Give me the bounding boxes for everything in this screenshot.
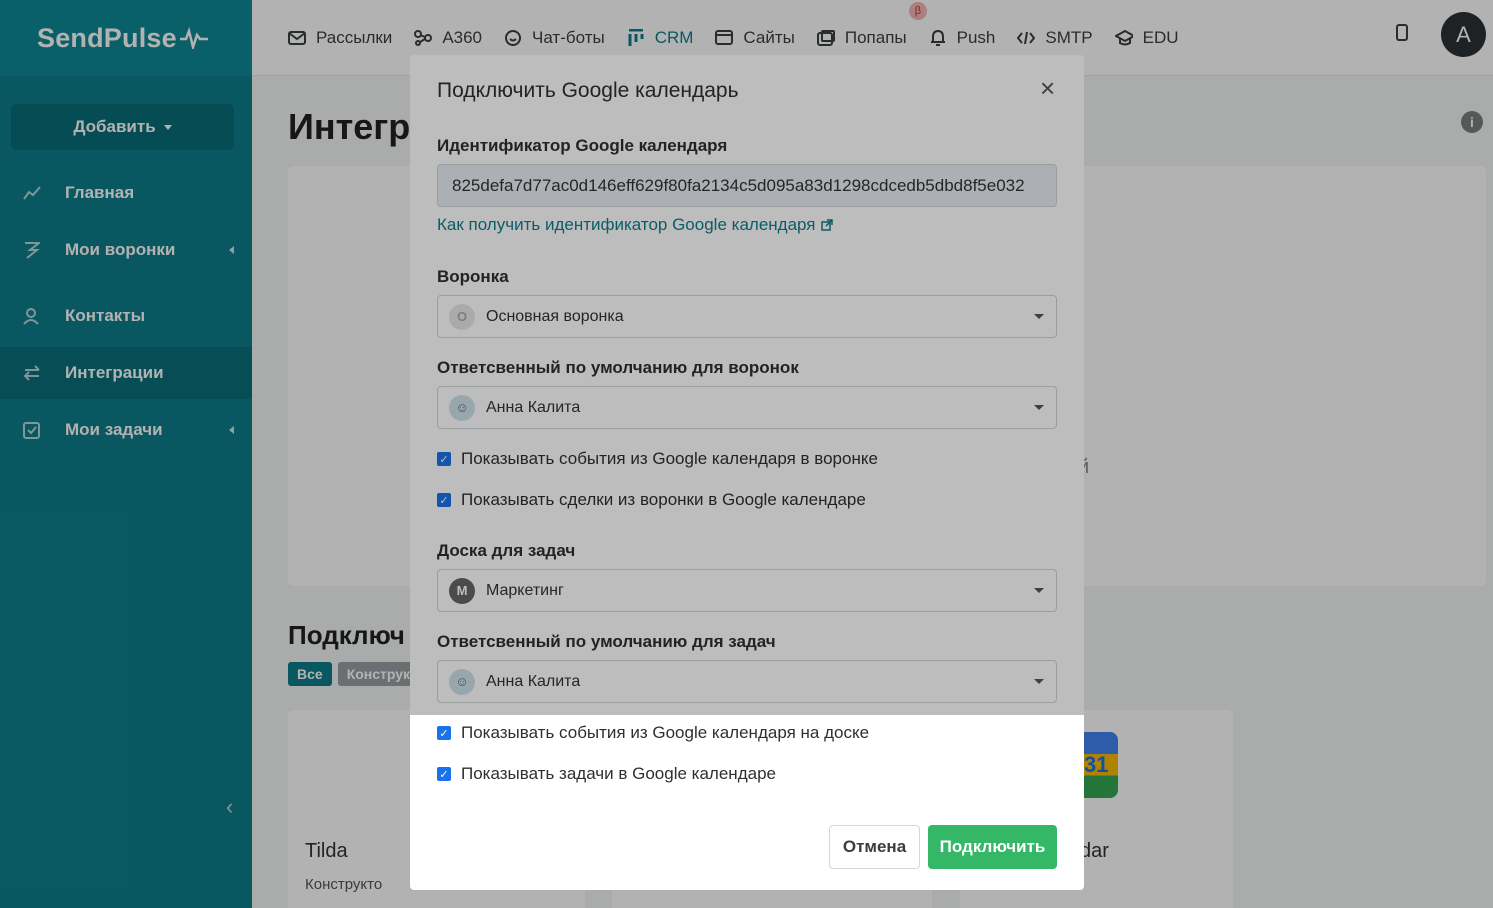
user-avatar-icon: ☺ [449, 394, 475, 421]
checkbox-checked-icon[interactable]: ✓ [437, 726, 451, 740]
check-events-funnel[interactable]: ✓ Показывать события из Google календаря… [437, 449, 878, 469]
board-badge: M [449, 577, 475, 604]
connect-google-calendar-modal: Подключить Google календарь × Идентифика… [410, 55, 1084, 890]
funnel-label: Воронка [437, 267, 509, 286]
chevron-down-icon [1034, 405, 1044, 410]
funnel-owner-select[interactable]: ☺ Анна Калита [437, 386, 1057, 429]
user-avatar-icon: ☺ [449, 668, 475, 695]
board-select[interactable]: M Маркетинг [437, 569, 1057, 612]
connect-button[interactable]: Подключить [928, 825, 1057, 869]
check-events-board[interactable]: ✓ Показывать события из Google календаря… [437, 723, 869, 743]
chevron-down-icon [1034, 679, 1044, 684]
chevron-down-icon [1034, 588, 1044, 593]
help-link[interactable]: Как получить идентификатор Google календ… [437, 215, 833, 235]
chevron-down-icon [1034, 314, 1044, 319]
calendar-id-label: Идентификатор Google календаря [437, 136, 728, 155]
external-link-icon [820, 219, 833, 231]
check-tasks-calendar[interactable]: ✓ Показывать задачи в Google календаре [437, 764, 776, 784]
checkbox-checked-icon[interactable]: ✓ [437, 452, 451, 466]
task-owner-select[interactable]: ☺ Анна Калита [437, 660, 1057, 703]
calendar-id-input[interactable] [437, 164, 1057, 207]
cancel-button[interactable]: Отмена [829, 825, 920, 869]
board-label: Доска для задач [437, 541, 576, 560]
check-deals-calendar[interactable]: ✓ Показывать сделки из воронки в Google … [437, 490, 866, 510]
close-icon[interactable]: × [1040, 75, 1055, 101]
modal-title: Подключить Google календарь [437, 79, 739, 102]
funnel-owner-label: Ответсвенный по умолчанию для воронок [437, 358, 799, 377]
funnel-badge: O [449, 303, 475, 330]
task-owner-label: Ответсвенный по умолчанию для задач [437, 632, 776, 651]
funnel-select[interactable]: O Основная воронка [437, 295, 1057, 338]
checkbox-checked-icon[interactable]: ✓ [437, 767, 451, 781]
checkbox-checked-icon[interactable]: ✓ [437, 493, 451, 507]
